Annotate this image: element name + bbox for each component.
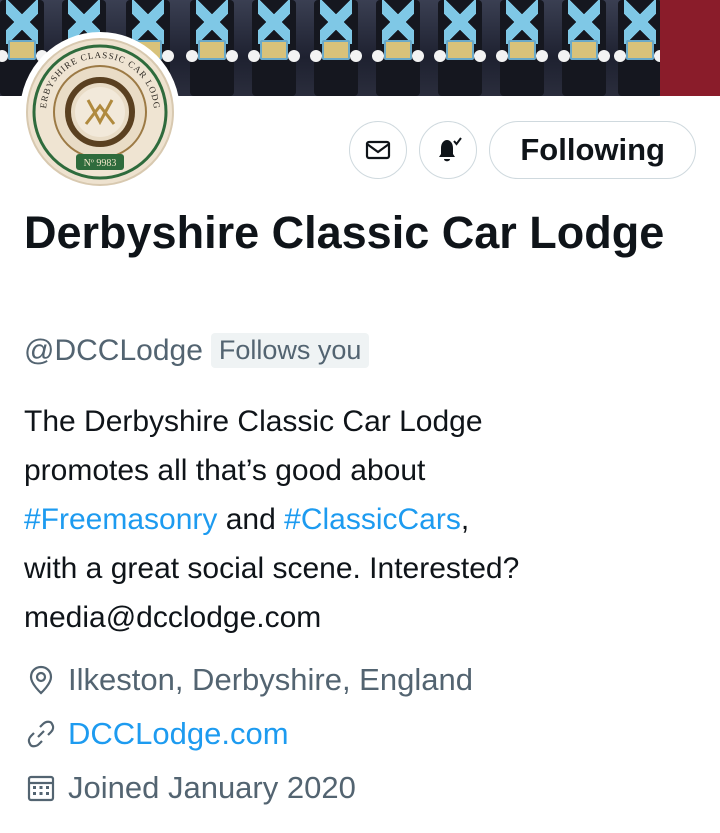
bio-line: promotes all that’s good about xyxy=(24,454,426,487)
follows-you-badge: Follows you xyxy=(210,333,370,368)
banner-figure xyxy=(496,0,548,96)
location-text: Ilkeston, Derbyshire, England xyxy=(68,662,473,697)
envelope-icon xyxy=(366,140,391,160)
profile-avatar[interactable]: DERBYSHIRE CLASSIC CAR LODGE Nº 9983 xyxy=(20,32,180,192)
banner-figure xyxy=(372,0,424,96)
notifications-button[interactable] xyxy=(419,121,478,179)
bell-check-icon xyxy=(439,137,463,162)
website-link[interactable]: DCCLodge.com xyxy=(68,716,289,752)
hashtag-freemasonry[interactable]: #Freemasonry xyxy=(24,503,217,536)
following-button[interactable]: Following xyxy=(489,121,696,179)
website-row: DCCLodge.com xyxy=(24,716,289,752)
hashtag-classiccars[interactable]: #ClassicCars xyxy=(284,503,461,536)
banner-figure xyxy=(558,0,610,96)
handle-row: @DCCLodge Follows you xyxy=(24,333,370,368)
profile-actions: Following xyxy=(349,121,696,179)
bio-line: with a great social scene. Interested? xyxy=(24,552,520,585)
joined-row: Joined January 2020 xyxy=(24,770,356,806)
banner-figure xyxy=(434,0,486,96)
display-name: Derbyshire Classic Car Lodge xyxy=(24,207,665,258)
lodge-emblem: DERBYSHIRE CLASSIC CAR LODGE Nº 9983 xyxy=(28,40,168,180)
calendar-icon xyxy=(27,775,55,802)
link-icon xyxy=(27,720,55,748)
bio-line: #Freemasonry and #ClassicCars, xyxy=(24,495,694,544)
lodge-logo: DERBYSHIRE CLASSIC CAR LODGE Nº 9983 xyxy=(26,38,174,186)
banner-figure xyxy=(310,0,362,96)
bio-text: and xyxy=(217,503,285,536)
logo-number: Nº 9983 xyxy=(84,158,117,169)
bio-line: The Derbyshire Classic Car Lodge xyxy=(24,405,483,438)
profile-bio: The Derbyshire Classic Car Lodge promote… xyxy=(24,397,694,642)
location-row: Ilkeston, Derbyshire, England xyxy=(24,662,473,698)
bio-email: media@dcclodge.com xyxy=(24,601,322,634)
message-button[interactable] xyxy=(349,121,408,179)
user-handle: @DCCLodge xyxy=(24,333,203,367)
location-pin-icon xyxy=(29,665,53,695)
joined-date: Joined January 2020 xyxy=(68,770,356,805)
banner-figure xyxy=(248,0,300,96)
bio-text: , xyxy=(460,503,470,536)
banner-figure xyxy=(614,0,666,96)
banner-figure xyxy=(186,0,238,96)
banner-seats xyxy=(660,0,720,96)
